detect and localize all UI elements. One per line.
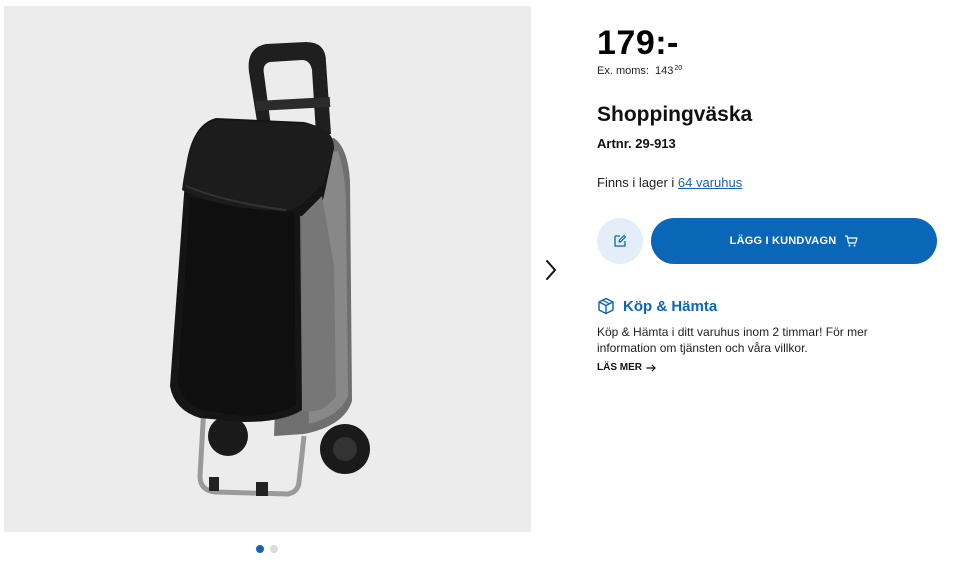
box-icon (598, 297, 614, 315)
product-price: 179:- (597, 24, 679, 62)
click-collect-description: Köp & Hämta i ditt varuhus inom 2 timmar… (597, 325, 868, 355)
arrow-right-icon (646, 364, 656, 371)
ex-vat-whole: 143 (654, 65, 674, 77)
gallery-dot-1[interactable] (256, 545, 264, 553)
ex-vat-label: Ex. moms: (597, 65, 649, 77)
read-more-link[interactable]: LÄS MER (597, 362, 656, 373)
gallery-dot-2[interactable] (270, 545, 278, 553)
product-title: Shoppingväska (597, 103, 753, 126)
gallery-pagination (256, 545, 278, 553)
click-collect-header: Köp & Hämta (597, 297, 717, 315)
edit-icon (614, 234, 627, 247)
price-ex-vat: Ex. moms: 14320 (597, 65, 682, 77)
shopping-trolley-image (170, 42, 370, 497)
ex-vat-decimals: 20 (674, 65, 683, 72)
click-collect-title: Köp & Hämta (623, 297, 718, 315)
stock-status: Finns i lager i 64 varuhus (597, 175, 742, 190)
add-to-cart-label: LÄGG I KUNDVAGN (729, 235, 837, 247)
chevron-right-icon (546, 260, 557, 280)
article-number: Artnr. 29-913 (597, 136, 676, 151)
product-image[interactable] (4, 6, 531, 532)
cart-icon (845, 235, 858, 247)
stores-link[interactable]: 64 varuhus (678, 175, 742, 190)
read-more-label: LÄS MER (597, 362, 642, 373)
ex-vat-value: 14320 (655, 65, 682, 77)
next-image-button[interactable] (538, 256, 564, 284)
stock-text: Finns i lager i (597, 175, 678, 190)
add-to-cart-button[interactable]: LÄGG I KUNDVAGN (651, 218, 937, 264)
edit-note-button[interactable] (597, 218, 643, 264)
product-page: 179:- Ex. moms: 14320 Shoppingväska Artnr… (0, 0, 960, 567)
